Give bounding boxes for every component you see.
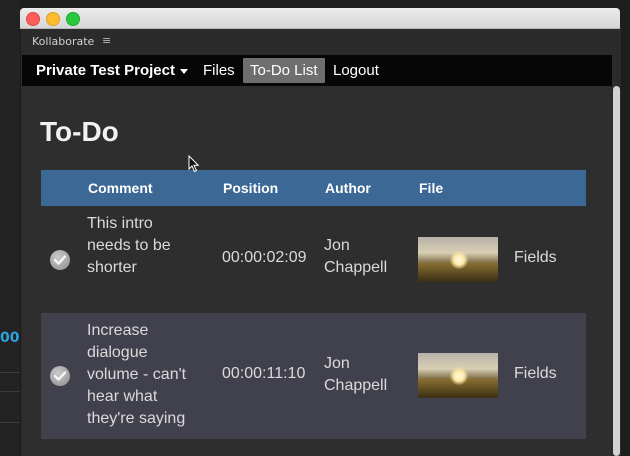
file-name[interactable]: Fields: [514, 249, 557, 267]
caret-down-icon: [179, 68, 188, 74]
nav-todo-list[interactable]: To-Do List: [243, 58, 325, 83]
comment-text: This intro needs to be shorter: [87, 215, 171, 276]
vertical-scrollbar[interactable]: [612, 86, 621, 456]
main-content: To-Do Comment Position Author File This …: [22, 86, 611, 456]
nav-files[interactable]: Files: [196, 58, 242, 83]
author-name: Jon Chappell: [324, 355, 388, 394]
project-dropdown[interactable]: Private Test Project: [36, 62, 188, 79]
nav-logout[interactable]: Logout: [326, 58, 386, 83]
comment-text: Increase dialogue volume - can't hear wh…: [87, 322, 187, 427]
panel-menu-icon[interactable]: ≡: [102, 34, 111, 47]
position-timecode[interactable]: 00:00:02:09: [222, 249, 307, 267]
window-titlebar: [20, 8, 620, 29]
table-header: Comment Position Author File: [41, 170, 586, 206]
author-name: Jon Chappell: [324, 237, 388, 276]
panel-title[interactable]: Kollaborate: [32, 35, 94, 48]
position-timecode[interactable]: 00:00:11:10: [222, 365, 305, 383]
timeline-ruler: [0, 372, 20, 392]
project-name: Private Test Project: [36, 62, 175, 79]
background-app-strip: 00:: [0, 0, 25, 456]
mouse-cursor-icon: [188, 155, 200, 173]
minimize-window-button[interactable]: [46, 12, 60, 26]
checkmark-icon[interactable]: [50, 250, 70, 270]
close-window-button[interactable]: [26, 12, 40, 26]
table-row: This intro needs to be shorter 00:00:02:…: [41, 206, 586, 313]
zoom-window-button[interactable]: [66, 12, 80, 26]
file-name[interactable]: Fields: [514, 365, 557, 383]
table-row: Increase dialogue volume - can't hear wh…: [41, 313, 586, 439]
file-thumbnail[interactable]: [418, 237, 498, 282]
column-position: Position: [223, 180, 279, 196]
scrollbar-thumb[interactable]: [613, 86, 620, 456]
column-comment: Comment: [88, 180, 153, 196]
file-thumbnail[interactable]: [418, 353, 498, 398]
timeline-divider: [0, 422, 20, 423]
panel-tab: Kollaborate ≡: [21, 29, 621, 55]
page-title: To-Do: [40, 116, 119, 147]
column-file: File: [419, 180, 444, 196]
kollaborate-panel: Kollaborate ≡ Private Test Project Files…: [20, 29, 622, 456]
checkmark-icon[interactable]: [50, 366, 70, 386]
top-navbar: Private Test Project Files To-Do List Lo…: [22, 55, 612, 86]
column-author: Author: [325, 180, 371, 196]
